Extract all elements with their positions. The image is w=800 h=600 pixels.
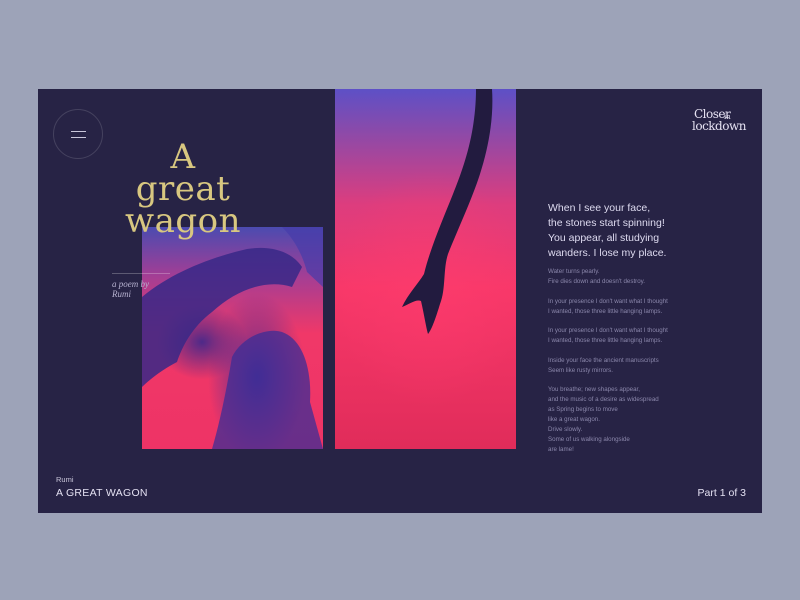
photo-figure-arm-over-head bbox=[142, 227, 323, 449]
closer-in-lockdown-logo[interactable]: Closer in lockdown bbox=[692, 107, 748, 137]
stanza-line: Inside your face the ancient manuscripts bbox=[548, 356, 659, 364]
poem-stanza: You breathe; new shapes appear, and the … bbox=[548, 385, 728, 455]
byline-author: Rumi bbox=[112, 289, 131, 299]
byline-text: a poem by bbox=[112, 279, 149, 289]
logo-word-lockdown: lockdown bbox=[692, 119, 746, 133]
stanza-line: You breathe; new shapes appear, bbox=[548, 386, 640, 393]
hamburger-menu-icon-line bbox=[71, 137, 86, 138]
lead-line: You appear, all studying bbox=[548, 232, 660, 244]
footer-author: Rumi bbox=[56, 475, 74, 484]
stanza-line: are lame! bbox=[548, 446, 574, 453]
stanza-line: Fire dies down and doesn't destroy. bbox=[548, 278, 646, 285]
poem-lead-stanza: When I see your face, the stones start s… bbox=[548, 201, 728, 261]
lead-line: the stones start spinning! bbox=[548, 217, 665, 229]
poem-stanza: Water turns pearly. Fire dies down and d… bbox=[548, 267, 728, 287]
poem-stanza: In your presence I don't want what I tho… bbox=[548, 297, 728, 317]
poem-text: When I see your face, the stones start s… bbox=[548, 201, 728, 465]
poem-stanza: Inside your face the ancient manuscripts… bbox=[548, 356, 728, 376]
stanza-line: In your presence I don't want what I tho… bbox=[548, 297, 668, 305]
hamburger-menu-icon bbox=[71, 131, 86, 132]
title-line-3: wagon bbox=[124, 201, 241, 241]
stanza-line: like a great wagon. bbox=[548, 416, 600, 423]
lead-line: wanders. I lose my place. bbox=[548, 247, 667, 259]
stanza-line: I wanted, those three little hanging lam… bbox=[548, 307, 663, 315]
stanza-line: In your presence I don't want what I tho… bbox=[548, 327, 668, 334]
stanza-line: Some of us walking alongside bbox=[548, 436, 630, 443]
poem-stanza: In your presence I don't want what I tho… bbox=[548, 326, 728, 346]
arm-silhouette bbox=[402, 89, 493, 334]
lead-line: When I see your face, bbox=[548, 202, 651, 214]
stanza-line: Seem like rusty mirrors. bbox=[548, 366, 613, 374]
stanza-line: Water turns pearly. bbox=[548, 268, 600, 275]
stanza-line: and the music of a desire as widespread bbox=[548, 396, 659, 403]
stanza-line: I wanted, those three little hanging lam… bbox=[548, 337, 663, 344]
poem-byline: a poem by Rumi bbox=[112, 279, 192, 299]
part-indicator: Part 1 of 3 bbox=[697, 487, 746, 499]
footer-poem-title: A GREAT WAGON bbox=[56, 487, 148, 499]
stanza-line: Drive slowly. bbox=[548, 426, 583, 433]
poem-card: A great wagon a poem by Rumi Closer in l… bbox=[38, 89, 762, 513]
menu-button[interactable] bbox=[53, 109, 103, 159]
subtitle-divider bbox=[112, 273, 170, 274]
stanza-line: as Spring begins to move bbox=[548, 406, 618, 413]
poem-title: A great wagon bbox=[108, 140, 258, 241]
